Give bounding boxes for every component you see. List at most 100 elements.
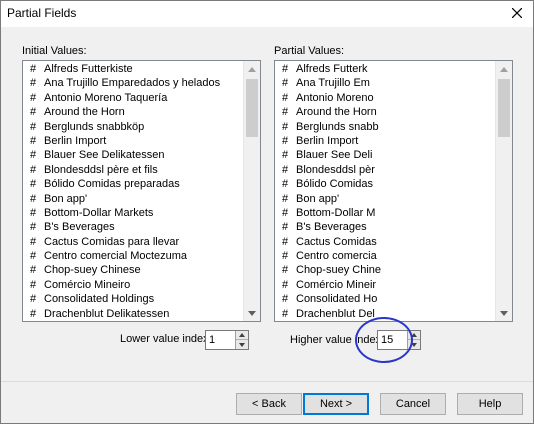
scroll-thumb[interactable] [246, 79, 258, 137]
list-item-label: Cactus Comidas para llevar [44, 235, 180, 248]
list-item[interactable]: # Ana Trujillo Em [275, 76, 495, 90]
list-item[interactable]: # Alfreds Futterk [275, 62, 495, 76]
initial-values-list[interactable]: # Alfreds Futterkiste # Ana Trujillo Empare… [22, 60, 261, 322]
list-item-label: Drachenblut Del [296, 307, 375, 320]
list-item[interactable]: # Chop-suey Chine [275, 263, 495, 277]
spinner-buttons [235, 331, 248, 349]
list-item[interactable]: # Bólido Comidas [275, 177, 495, 191]
list-item[interactable]: # Comércio Mineiro [23, 278, 243, 292]
back-button[interactable]: < Back [236, 393, 302, 415]
list-item[interactable]: # Antonio Moreno Taquería [23, 91, 243, 105]
lower-index-spinner[interactable]: 1 [205, 330, 249, 350]
list-item[interactable]: # Bon app' [275, 192, 495, 206]
list-item[interactable]: # Blondesddsl père et fils [23, 163, 243, 177]
hash-icon: # [29, 163, 37, 176]
lower-index-value[interactable]: 1 [209, 334, 215, 346]
list-item-label: B's Beverages [296, 221, 367, 234]
list-item[interactable]: # Alfreds Futterkiste [23, 62, 243, 76]
list-item[interactable]: # Bólido Comidas preparadas [23, 177, 243, 191]
list-item[interactable]: # Bottom-Dollar M [275, 206, 495, 220]
list-item[interactable]: # Drachenblut Delikatessen [23, 307, 243, 321]
list-item[interactable]: # Consolidated Ho [275, 292, 495, 306]
list-item[interactable]: # Cactus Comidas [275, 235, 495, 249]
partial-values-list[interactable]: # Alfreds Futterk # Ana Trujillo Em # Antonio… [274, 60, 513, 322]
scroll-thumb[interactable] [498, 79, 510, 137]
list-item[interactable]: # Around the Horn [275, 105, 495, 119]
highlight-circle-annotation [355, 317, 413, 363]
list-item-label: Blauer See Delikatessen [44, 149, 165, 162]
partial-list-scrollbar[interactable] [495, 61, 512, 321]
scroll-up-arrow-icon[interactable] [496, 61, 512, 77]
list-item-label: Cactus Comidas [296, 235, 377, 248]
scroll-up-arrow-icon[interactable] [244, 61, 260, 77]
next-button[interactable]: Next > [303, 393, 369, 415]
list-item-label: Comércio Mineir [296, 278, 377, 291]
hash-icon: # [281, 293, 289, 306]
list-item[interactable]: # Blondesddsl pèr [275, 163, 495, 177]
hash-icon: # [281, 134, 289, 147]
list-item[interactable]: # Blauer See Deli [275, 148, 495, 162]
close-button[interactable] [507, 3, 527, 23]
list-item[interactable]: # Bottom-Dollar Markets [23, 206, 243, 220]
list-item-label: Berlin Import [296, 134, 359, 147]
hash-icon: # [29, 77, 37, 90]
hash-icon: # [281, 178, 289, 191]
list-item[interactable]: # Comércio Mineir [275, 278, 495, 292]
list-item-label: Comércio Mineiro [44, 278, 131, 291]
list-item[interactable]: # Ana Trujillo Emparedados y helados [23, 76, 243, 90]
list-item[interactable]: # Cactus Comidas para llevar [23, 235, 243, 249]
hash-icon: # [281, 63, 289, 75]
hash-icon: # [281, 264, 289, 277]
list-item-label: Berlin Import [44, 134, 107, 147]
list-item[interactable]: # Centro comercial Moctezuma [23, 249, 243, 263]
list-item[interactable]: # Chop-suey Chinese [23, 263, 243, 277]
list-item-label: Ana Trujillo Emparedados y helados [44, 77, 221, 90]
initial-list-scrollbar[interactable] [243, 61, 260, 321]
list-item[interactable]: # Centro comercia [275, 249, 495, 263]
hash-icon: # [281, 235, 289, 248]
list-item-label: Berglunds snabb [296, 120, 379, 133]
spin-up-icon[interactable] [236, 331, 248, 340]
window-title: Partial Fields [7, 6, 77, 20]
list-item-label: Bottom-Dollar M [296, 206, 376, 219]
hash-icon: # [281, 192, 289, 205]
partial-fields-dialog: Partial Fields Initial Values: Partial V… [0, 0, 534, 424]
list-item[interactable]: # B's Beverages [23, 220, 243, 234]
button-separator [1, 381, 533, 382]
list-item[interactable]: # Berglunds snabb [275, 120, 495, 134]
list-item[interactable]: # Berlin Import [23, 134, 243, 148]
hash-icon: # [281, 106, 289, 119]
list-item-label: Bottom-Dollar Markets [44, 206, 154, 219]
list-item[interactable]: # Bon app' [23, 192, 243, 206]
list-item[interactable]: # Berglunds snabbköp [23, 120, 243, 134]
hash-icon: # [281, 307, 289, 320]
list-item[interactable]: # B's Beverages [275, 220, 495, 234]
hash-icon: # [29, 235, 37, 248]
title-bar: Partial Fields [1, 1, 533, 27]
list-item-label: Centro comercial Moctezuma [44, 250, 188, 263]
hash-icon: # [29, 206, 37, 219]
spin-down-icon[interactable] [236, 340, 248, 349]
list-item[interactable]: # Around the Horn [23, 105, 243, 119]
list-item[interactable]: # Berlin Import [275, 134, 495, 148]
list-item-label: Berglunds snabbköp [44, 120, 145, 133]
list-item-label: Alfreds Futterkiste [44, 63, 133, 75]
list-item[interactable]: # Consolidated Holdings [23, 292, 243, 306]
list-item-label: Bon app' [44, 192, 88, 205]
list-item[interactable]: # Antonio Moreno [275, 91, 495, 105]
lower-index-label: Lower value index : [120, 333, 215, 345]
list-item-label: Centro comercia [296, 250, 377, 263]
list-item-label: Consolidated Holdings [44, 293, 155, 306]
scroll-down-arrow-icon[interactable] [244, 305, 260, 321]
list-item-label: Blondesddsl père et fils [44, 163, 158, 176]
hash-icon: # [281, 206, 289, 219]
list-item-label: Chop-suey Chine [296, 264, 381, 277]
list-item[interactable]: # Blauer See Delikatessen [23, 148, 243, 162]
list-item-label: Bon app' [296, 192, 340, 205]
list-item-label: Blondesddsl pèr [296, 163, 375, 176]
help-button[interactable]: Help [457, 393, 523, 415]
hash-icon: # [29, 221, 37, 234]
cancel-button[interactable]: Cancel [380, 393, 446, 415]
hash-icon: # [29, 307, 37, 320]
scroll-down-arrow-icon[interactable] [496, 305, 512, 321]
